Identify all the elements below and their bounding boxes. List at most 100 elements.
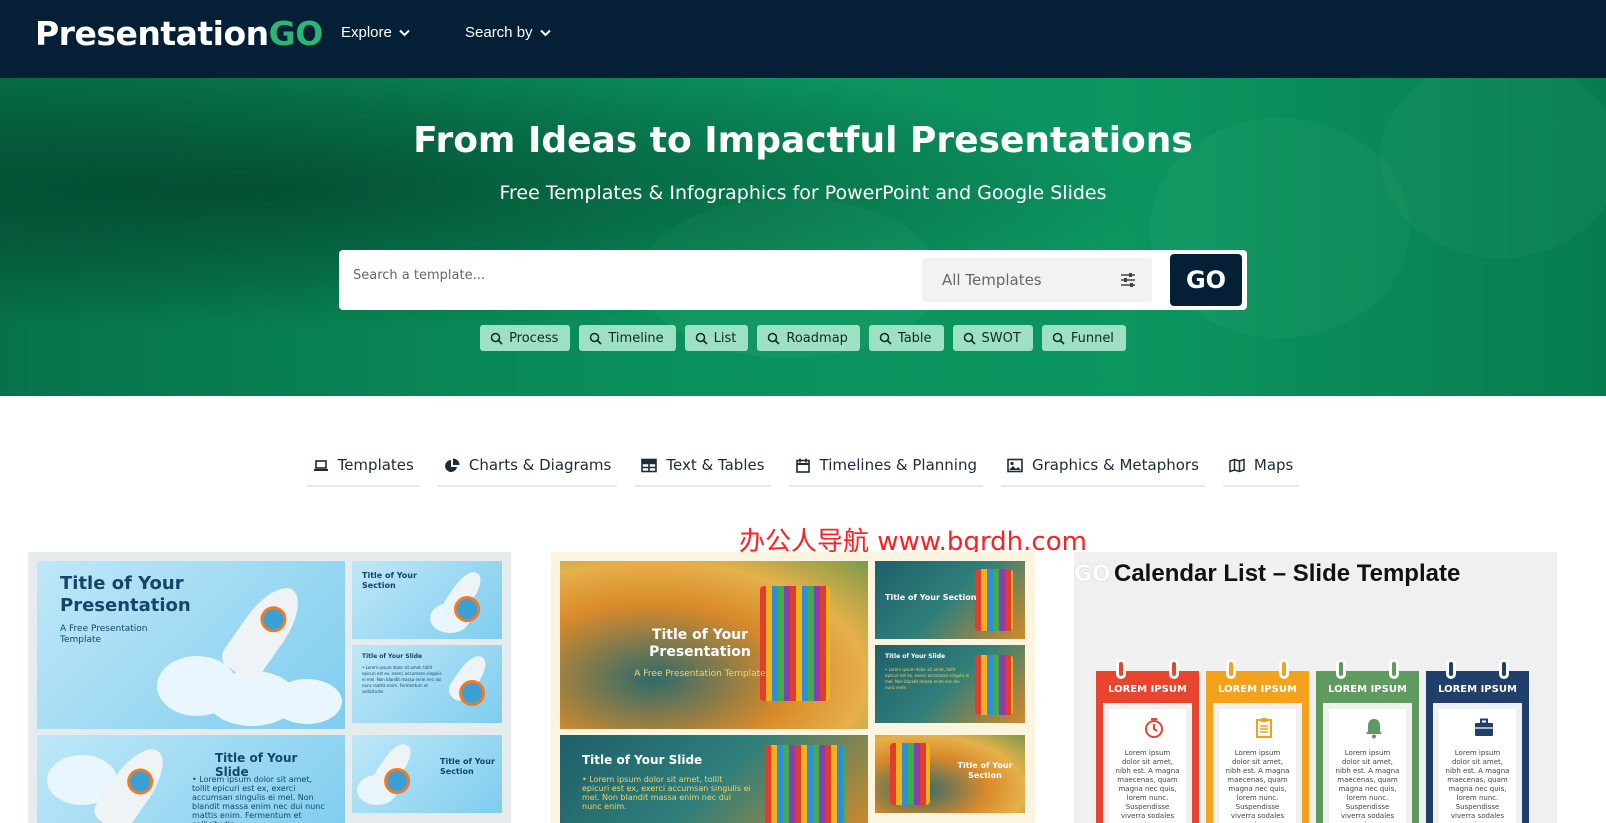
pencil-cup-graphic bbox=[890, 743, 930, 805]
template-card-autumn[interactable]: Title of Your Presentation A Free Presen… bbox=[551, 552, 1035, 823]
search-go-button[interactable]: GO bbox=[1170, 254, 1242, 306]
calendar-column: LOREM IPSUM Lorem ipsum dolor sit amet, … bbox=[1316, 659, 1419, 823]
tag-swot[interactable]: SWOT bbox=[952, 325, 1033, 351]
tab-charts-diagrams[interactable]: Charts & Diagrams bbox=[437, 456, 618, 487]
search-icon bbox=[590, 332, 602, 345]
nav-explore-menu[interactable]: Explore bbox=[341, 24, 410, 41]
tag-label: Process bbox=[509, 330, 559, 346]
laptop-icon bbox=[313, 459, 328, 471]
tab-templates[interactable]: Templates bbox=[306, 456, 420, 487]
clipboard-icon bbox=[1256, 718, 1272, 738]
slide-title-text: Title of Your Section bbox=[362, 571, 417, 590]
slide-title-text: Calendar List – Slide Template bbox=[1114, 560, 1461, 587]
calendar-column-body: Lorem ipsum dolor sit amet, nibh est. A … bbox=[1426, 703, 1529, 823]
calendar-card: Lorem ipsum dolor sit amet, nibh est. A … bbox=[1109, 709, 1186, 823]
template-card-calendar-list[interactable]: GO Calendar List – Slide Template LOREM … bbox=[1074, 552, 1557, 823]
bell-icon bbox=[1366, 719, 1382, 739]
binder-ring bbox=[1279, 659, 1289, 679]
nav-searchby-label: Search by bbox=[465, 24, 533, 41]
rocket-graphic bbox=[217, 577, 311, 685]
tag-label: Roadmap bbox=[786, 330, 848, 346]
category-tabs: Templates Charts & Diagrams Text & Table… bbox=[0, 456, 1606, 487]
tab-label: Graphics & Metaphors bbox=[1032, 456, 1199, 474]
slide-title-text: Title of Your Section bbox=[885, 593, 977, 602]
pencil-cup-graphic bbox=[975, 569, 1013, 631]
calendar-body-text: Lorem ipsum dolor sit amet, nibh est. A … bbox=[1335, 749, 1400, 823]
binder-ring bbox=[1116, 659, 1126, 679]
slide-preview-content-large: Title of Your Slide • Lorem ipsum dolor … bbox=[560, 735, 868, 823]
tag-process[interactable]: Process bbox=[480, 325, 571, 351]
slide-title-text: Title of Your Slide bbox=[582, 753, 703, 767]
tab-label: Timelines & Planning bbox=[819, 456, 977, 474]
calendar-icon bbox=[795, 458, 810, 473]
binder-ring bbox=[1389, 659, 1399, 679]
search-icon bbox=[695, 332, 708, 345]
slide-title-text: Title of Your Slide bbox=[362, 653, 423, 660]
clock-icon bbox=[1145, 718, 1163, 738]
quick-search-tags: Process Timeline List Roadmap Table SWOT… bbox=[0, 325, 1606, 351]
calendar-column: LOREM IPSUM Lorem ipsum dolor sit amet, … bbox=[1096, 659, 1199, 823]
pencil-cup-graphic bbox=[765, 745, 845, 823]
logo-main-text: Presentation bbox=[35, 14, 269, 53]
slide-preview-content-large: Title of Your Slide • Lorem ipsum dolor … bbox=[37, 735, 345, 823]
nav-searchby-menu[interactable]: Search by bbox=[465, 24, 551, 41]
tab-graphics-metaphors[interactable]: Graphics & Metaphors bbox=[1001, 456, 1205, 487]
tab-text-tables[interactable]: Text & Tables bbox=[635, 456, 771, 487]
search-input[interactable] bbox=[353, 268, 873, 283]
template-type-value: All Templates bbox=[942, 271, 1042, 289]
calendar-column-header: LOREM IPSUM bbox=[1316, 671, 1419, 703]
tag-funnel[interactable]: Funnel bbox=[1041, 325, 1126, 351]
slide-body-text: • Lorem ipsum dolor sit amet, tollit epi… bbox=[192, 775, 325, 823]
slide-body-text: • Lorem ipsum dolor sit amet, tollit epi… bbox=[885, 667, 970, 690]
site-logo[interactable]: PresentationGO bbox=[35, 14, 323, 53]
binder-ring bbox=[1446, 659, 1456, 679]
calendar-column-body: Lorem ipsum dolor sit amet, nibh est. A … bbox=[1316, 703, 1419, 823]
image-icon bbox=[1007, 458, 1023, 472]
slide-subtitle-text: A Free Presentation Template bbox=[60, 624, 148, 645]
calendar-body-text: Lorem ipsum dolor sit amet, nibh est. A … bbox=[1115, 749, 1180, 823]
calendar-body-text: Lorem ipsum dolor sit amet, nibh est. A … bbox=[1445, 749, 1510, 823]
slide-body-text: • Lorem ipsum dolor sit amet, tollit epi… bbox=[362, 665, 442, 694]
hero-title: From Ideas to Impactful Presentations bbox=[413, 120, 1193, 161]
slide-title-text: Title of Your Presentation bbox=[649, 627, 751, 660]
map-icon bbox=[1229, 457, 1245, 473]
tab-label: Maps bbox=[1253, 456, 1294, 474]
pencil-cup-graphic bbox=[760, 586, 830, 701]
calendar-card: Lorem ipsum dolor sit amet, nibh est. A … bbox=[1439, 709, 1516, 823]
tag-roadmap[interactable]: Roadmap bbox=[757, 325, 860, 351]
nav-explore-label: Explore bbox=[341, 24, 392, 41]
sliders-icon bbox=[1121, 273, 1135, 287]
tag-label: List bbox=[713, 330, 737, 346]
tag-list[interactable]: List bbox=[684, 325, 749, 351]
tab-label: Charts & Diagrams bbox=[468, 456, 612, 474]
chevron-down-icon bbox=[539, 29, 551, 36]
top-navbar: PresentationGO Explore Search by bbox=[0, 0, 1606, 78]
calendar-card: Lorem ipsum dolor sit amet, nibh est. A … bbox=[1219, 709, 1296, 823]
calendar-column-header: LOREM IPSUM bbox=[1206, 671, 1309, 703]
tag-table[interactable]: Table bbox=[868, 325, 944, 351]
search-bar: All Templates GO bbox=[339, 250, 1247, 310]
tab-timelines-planning[interactable]: Timelines & Planning bbox=[788, 456, 983, 487]
slide-preview-content: Title of Your Slide • Lorem ipsum dolor … bbox=[352, 645, 502, 723]
search-icon bbox=[963, 332, 976, 345]
slide-body-text: • Lorem ipsum dolor sit amet, tollit epi… bbox=[582, 775, 751, 811]
template-type-select[interactable]: All Templates bbox=[922, 258, 1152, 302]
slide-preview-content: Title of Your Slide • Lorem ipsum dolor … bbox=[875, 645, 1025, 723]
binder-ring bbox=[1169, 659, 1179, 679]
slide-subtitle-text: A Free Presentation Template bbox=[634, 669, 766, 679]
binder-ring bbox=[1499, 659, 1509, 679]
cloud-graphic bbox=[272, 679, 342, 724]
tag-label: SWOT bbox=[981, 330, 1021, 346]
tag-label: Funnel bbox=[1070, 330, 1114, 346]
calendar-column-header: LOREM IPSUM bbox=[1096, 671, 1199, 703]
logo-accent-text: GO bbox=[268, 14, 324, 53]
pie-chart-icon bbox=[444, 458, 460, 472]
template-card-rocket[interactable]: Title of Your Presentation A Free Presen… bbox=[28, 552, 511, 823]
slide-title-text: Title of Your Presentation bbox=[60, 573, 191, 616]
slide-preview-title: Title of Your Presentation A Free Presen… bbox=[37, 561, 345, 729]
tag-timeline[interactable]: Timeline bbox=[579, 325, 676, 351]
table-icon bbox=[641, 458, 658, 472]
tab-maps[interactable]: Maps bbox=[1222, 456, 1300, 487]
binder-ring bbox=[1226, 659, 1236, 679]
search-icon bbox=[768, 332, 780, 345]
